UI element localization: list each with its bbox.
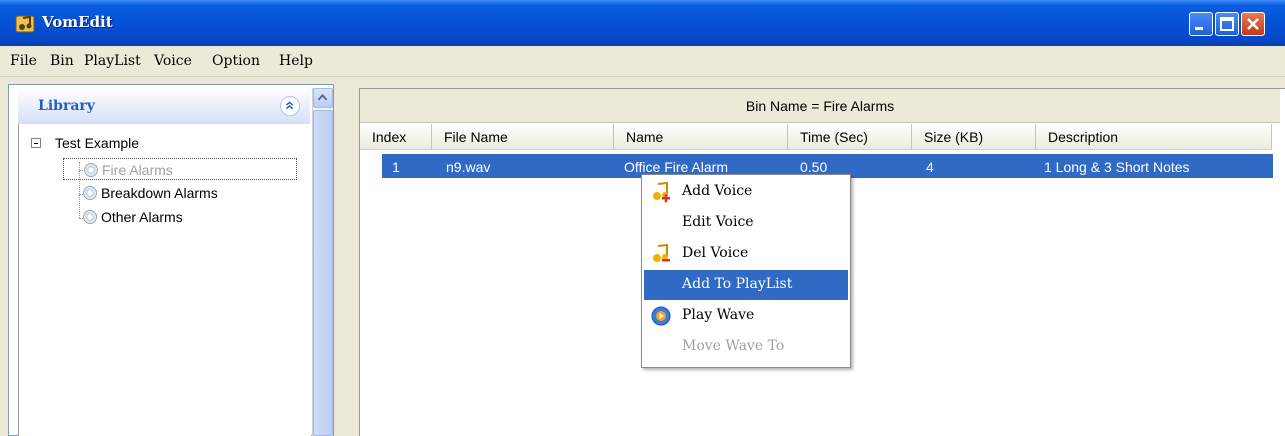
- menu-item-label: Add Voice: [682, 183, 753, 199]
- disc-icon: [83, 186, 97, 200]
- title-bar[interactable]: VomEdit: [0, 0, 1285, 46]
- tree-item-label: Fire Alarms: [102, 162, 173, 178]
- column-header-size[interactable]: Size (KB): [912, 124, 1036, 150]
- bin-title: Bin Name = Fire Alarms: [745, 98, 895, 114]
- menu-item-edit-voice[interactable]: Edit Voice: [644, 208, 848, 238]
- window-title: VomEdit: [42, 13, 113, 31]
- panel-splitter[interactable]: [338, 84, 348, 436]
- menu-item-add-to-playlist[interactable]: Add To PlayList: [644, 270, 848, 300]
- menu-bar: File Bin PlayList Voice Option Help: [0, 46, 1285, 77]
- menu-help[interactable]: Help: [279, 53, 313, 69]
- app-music-icon: [15, 15, 35, 33]
- tree-collapse-toggle[interactable]: [31, 138, 41, 148]
- bin-header: Bin Name = Fire Alarms: [360, 89, 1280, 123]
- menu-item-label: Del Voice: [682, 245, 749, 261]
- column-header-index[interactable]: Index: [360, 124, 432, 150]
- close-button[interactable]: [1241, 12, 1265, 36]
- menu-item-play-wave[interactable]: Play Wave: [644, 301, 848, 331]
- menu-file[interactable]: File: [10, 53, 37, 69]
- library-title: Library: [38, 98, 95, 114]
- column-header-name[interactable]: Name: [614, 124, 788, 150]
- library-header: Library: [18, 88, 310, 125]
- minimize-icon: [1195, 27, 1203, 30]
- menu-item-label: Move Wave To: [682, 338, 785, 354]
- cell-index: 1: [392, 159, 400, 175]
- app-window: VomEdit File Bin PlayList Voice Option H…: [0, 0, 1285, 436]
- menu-bin[interactable]: Bin: [50, 53, 74, 69]
- cell-description: 1 Long & 3 Short Notes: [1044, 159, 1190, 175]
- play-wave-icon: [651, 306, 671, 326]
- collapse-button[interactable]: [280, 96, 300, 116]
- menu-playlist[interactable]: PlayList: [84, 53, 141, 69]
- menu-item-add-voice[interactable]: Add Voice: [644, 177, 848, 207]
- menu-item-del-voice[interactable]: Del Voice: [644, 239, 848, 269]
- disc-icon: [84, 163, 98, 177]
- cell-size: 4: [926, 159, 934, 175]
- column-header-file-name[interactable]: File Name: [432, 124, 614, 150]
- add-voice-icon: [653, 181, 670, 203]
- tree-item-label: Other Alarms: [101, 209, 183, 225]
- disc-icon: [83, 210, 97, 224]
- minimize-button[interactable]: [1189, 12, 1213, 36]
- scroll-up-icon: [317, 93, 328, 101]
- library-tree: Test Example Fire Alarms Breakdown Alarm…: [18, 124, 311, 436]
- menu-item-label: Edit Voice: [682, 214, 754, 230]
- scroll-up-button[interactable]: [313, 88, 333, 108]
- chevron-up-icon: [285, 101, 294, 110]
- menu-item-move-wave-to: Move Wave To: [644, 332, 848, 362]
- menu-item-label: Add To PlayList: [682, 276, 793, 292]
- column-header-description[interactable]: Description: [1036, 124, 1272, 150]
- close-icon: [1247, 18, 1259, 30]
- tree-item-label: Breakdown Alarms: [101, 185, 218, 201]
- tree-root-label[interactable]: Test Example: [55, 132, 139, 154]
- maximize-button[interactable]: [1215, 12, 1239, 36]
- library-scrollbar[interactable]: [312, 88, 333, 436]
- scroll-thumb[interactable]: [313, 110, 333, 436]
- menu-voice[interactable]: Voice: [154, 53, 192, 69]
- menu-item-label: Play Wave: [682, 307, 755, 323]
- tree-item-fire-alarms[interactable]: Fire Alarms: [63, 158, 297, 180]
- del-voice-icon: [653, 243, 670, 262]
- menu-option[interactable]: Option: [212, 53, 260, 69]
- column-header-time[interactable]: Time (Sec): [788, 124, 912, 150]
- context-menu: Add Voice Edit Voice Del Voice Add To Pl…: [641, 174, 851, 368]
- maximize-icon: [1220, 17, 1234, 31]
- cell-file-name: n9.wav: [446, 159, 491, 175]
